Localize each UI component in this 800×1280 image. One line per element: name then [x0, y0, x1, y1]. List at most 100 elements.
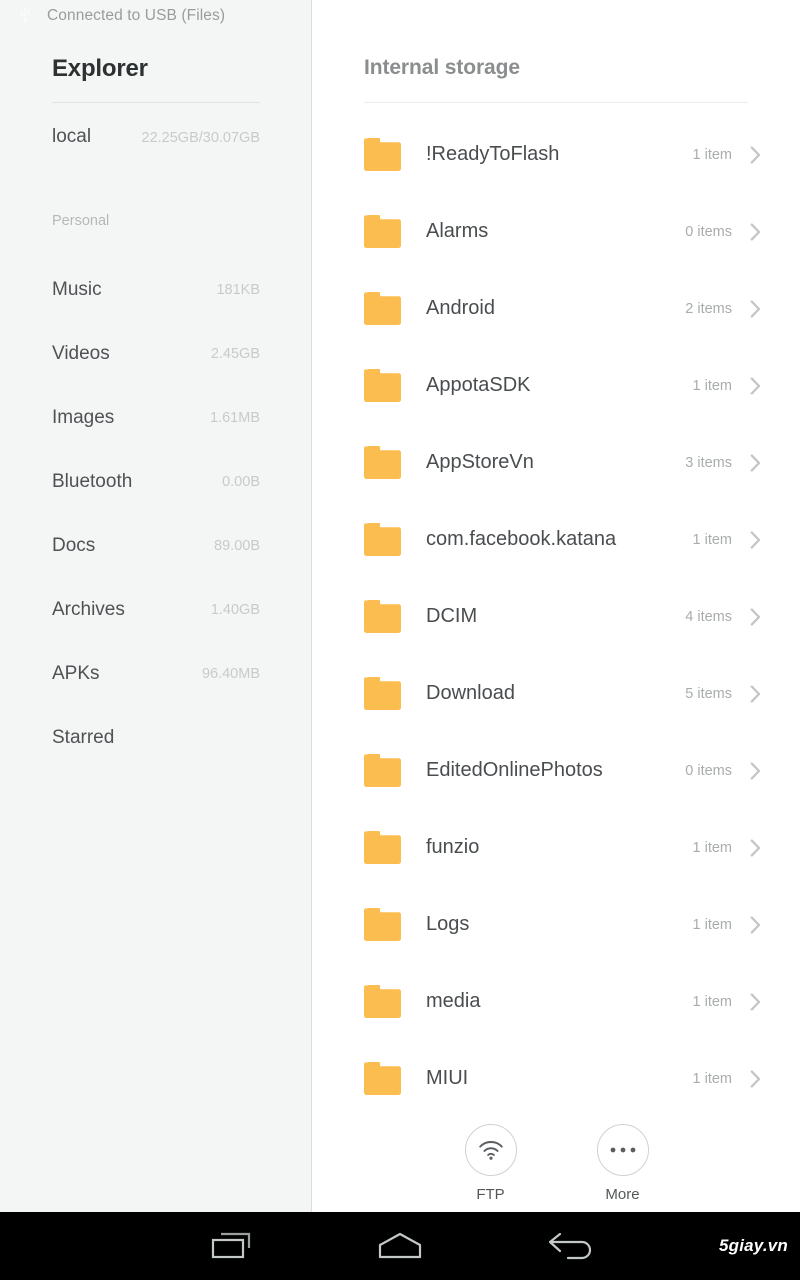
folder-icon: [364, 754, 401, 787]
sidebar-item-label: Images: [52, 407, 115, 428]
file-row[interactable]: AppotaSDK 1 item: [313, 347, 800, 424]
action-bar: FTP More: [313, 1124, 800, 1203]
file-name: !ReadyToFlash: [426, 143, 560, 165]
folder-icon: [364, 138, 401, 171]
file-row[interactable]: Alarms 0 items: [313, 193, 800, 270]
usb-icon: [20, 7, 30, 23]
file-row[interactable]: !ReadyToFlash 1 item: [313, 116, 800, 193]
file-name: Logs: [426, 913, 470, 935]
recents-button[interactable]: [176, 1212, 286, 1280]
home-button[interactable]: [345, 1212, 455, 1280]
ellipsis-icon: [610, 1147, 635, 1153]
folder-icon: [364, 215, 401, 248]
wifi-dot: [488, 1156, 493, 1160]
file-row[interactable]: MIUI 1 item: [313, 1040, 800, 1117]
home-icon: [378, 1232, 422, 1259]
sidebar-divider: [52, 102, 260, 103]
file-item-count: 1 item: [692, 993, 733, 1010]
page-title: Internal storage: [364, 56, 520, 79]
sidebar-item-label: Starred: [52, 727, 115, 748]
file-item-count: 1 item: [692, 377, 733, 394]
file-name: AppStoreVn: [426, 451, 534, 473]
chevron-right-icon: [750, 222, 761, 241]
file-name: Android: [426, 297, 495, 319]
folder-icon: [364, 985, 401, 1018]
chevron-right-icon: [750, 530, 761, 549]
file-row[interactable]: DCIM 4 items: [313, 578, 800, 655]
sidebar-item-size: 1.40GB: [210, 602, 260, 618]
more-button[interactable]: More: [578, 1124, 668, 1203]
file-item-count: 1 item: [692, 916, 733, 933]
ftp-button[interactable]: FTP: [446, 1124, 536, 1203]
folder-icon: [364, 908, 401, 941]
file-item-count: 1 item: [692, 1070, 733, 1087]
content-divider: [364, 102, 748, 103]
sidebar-item-starred[interactable]: Starred: [0, 706, 312, 770]
file-item-count: 1 item: [692, 839, 733, 856]
file-list: !ReadyToFlash 1 item Alarms 0 items Android 2…: [313, 116, 800, 1117]
file-row[interactable]: EditedOnlinePhotos 0 items: [313, 732, 800, 809]
chevron-right-icon: [750, 145, 761, 164]
file-item-count: 5 items: [685, 685, 732, 702]
chevron-right-icon: [750, 838, 761, 857]
file-row[interactable]: Download 5 items: [313, 655, 800, 732]
sidebar-item-size: 181KB: [216, 282, 260, 298]
file-row[interactable]: media 1 item: [313, 963, 800, 1040]
chevron-right-icon: [750, 453, 761, 472]
file-item-count: 4 items: [685, 608, 732, 625]
drive-name: local: [52, 126, 92, 147]
file-item-count: 1 item: [692, 146, 733, 163]
sidebar-item-label: Archives: [52, 599, 125, 620]
file-row[interactable]: AppStoreVn 3 items: [313, 424, 800, 501]
file-item-count: 0 items: [685, 223, 732, 240]
sidebar-item-label: Docs: [52, 535, 96, 556]
file-name: MIUI: [426, 1067, 469, 1089]
file-row[interactable]: funzio 1 item: [313, 809, 800, 886]
sidebar-item-apks[interactable]: APKs 96.40MB: [0, 642, 312, 706]
folder-icon: [364, 369, 401, 402]
sidebar-item-size: 89.00B: [214, 538, 260, 554]
back-button[interactable]: [515, 1212, 625, 1280]
file-name: funzio: [426, 836, 480, 858]
usb-status-bar: Connected to USB (Files): [0, 0, 312, 32]
file-row[interactable]: Logs 1 item: [313, 886, 800, 963]
chevron-right-icon: [750, 915, 761, 934]
sidebar-section-label: Personal: [52, 213, 110, 229]
chevron-right-icon: [750, 684, 761, 703]
file-item-count: 3 items: [685, 454, 732, 471]
sidebar-item-music[interactable]: Music 181KB: [0, 258, 312, 322]
sidebar-item-images[interactable]: Images 1.61MB: [0, 386, 312, 450]
sidebar-item-docs[interactable]: Docs 89.00B: [0, 514, 312, 578]
sidebar-item-label: Music: [52, 279, 102, 300]
file-name: Alarms: [426, 220, 489, 242]
file-item-count: 0 items: [685, 762, 732, 779]
chevron-right-icon: [750, 1069, 761, 1088]
file-item-count: 1 item: [692, 531, 733, 548]
sidebar-item-archives[interactable]: Archives 1.40GB: [0, 578, 312, 642]
sidebar-item-bluetooth[interactable]: Bluetooth 0.00B: [0, 450, 312, 514]
sidebar-item-size: 1.61MB: [210, 410, 260, 426]
chevron-right-icon: [750, 376, 761, 395]
file-name: media: [426, 990, 481, 1012]
file-row[interactable]: com.facebook.katana 1 item: [313, 501, 800, 578]
file-name: Download: [426, 682, 515, 704]
ftp-button-circle: [464, 1124, 517, 1176]
more-button-label: More: [605, 1186, 640, 1203]
chevron-right-icon: [750, 992, 761, 1011]
file-name: DCIM: [426, 605, 478, 627]
sidebar-item-label: Videos: [52, 343, 110, 364]
file-name: com.facebook.katana: [426, 528, 617, 550]
file-name: AppotaSDK: [426, 374, 531, 396]
sidebar-item-videos[interactable]: Videos 2.45GB: [0, 322, 312, 386]
sidebar-item-size: 0.00B: [222, 474, 260, 490]
sidebar: Connected to USB (Files) Explorer local …: [0, 0, 312, 1212]
folder-icon: [364, 677, 401, 710]
file-name: EditedOnlinePhotos: [426, 759, 603, 781]
recents-icon: [211, 1232, 251, 1259]
drive-usage: 22.25GB/30.07GB: [141, 130, 261, 146]
drive-row-local[interactable]: local 22.25GB/30.07GB: [52, 126, 260, 152]
file-explorer-app: Connected to USB (Files) Explorer local …: [0, 0, 800, 1280]
file-row[interactable]: Android 2 items: [313, 270, 800, 347]
more-button-circle: [596, 1124, 649, 1176]
sidebar-item-size: 96.40MB: [201, 666, 260, 682]
